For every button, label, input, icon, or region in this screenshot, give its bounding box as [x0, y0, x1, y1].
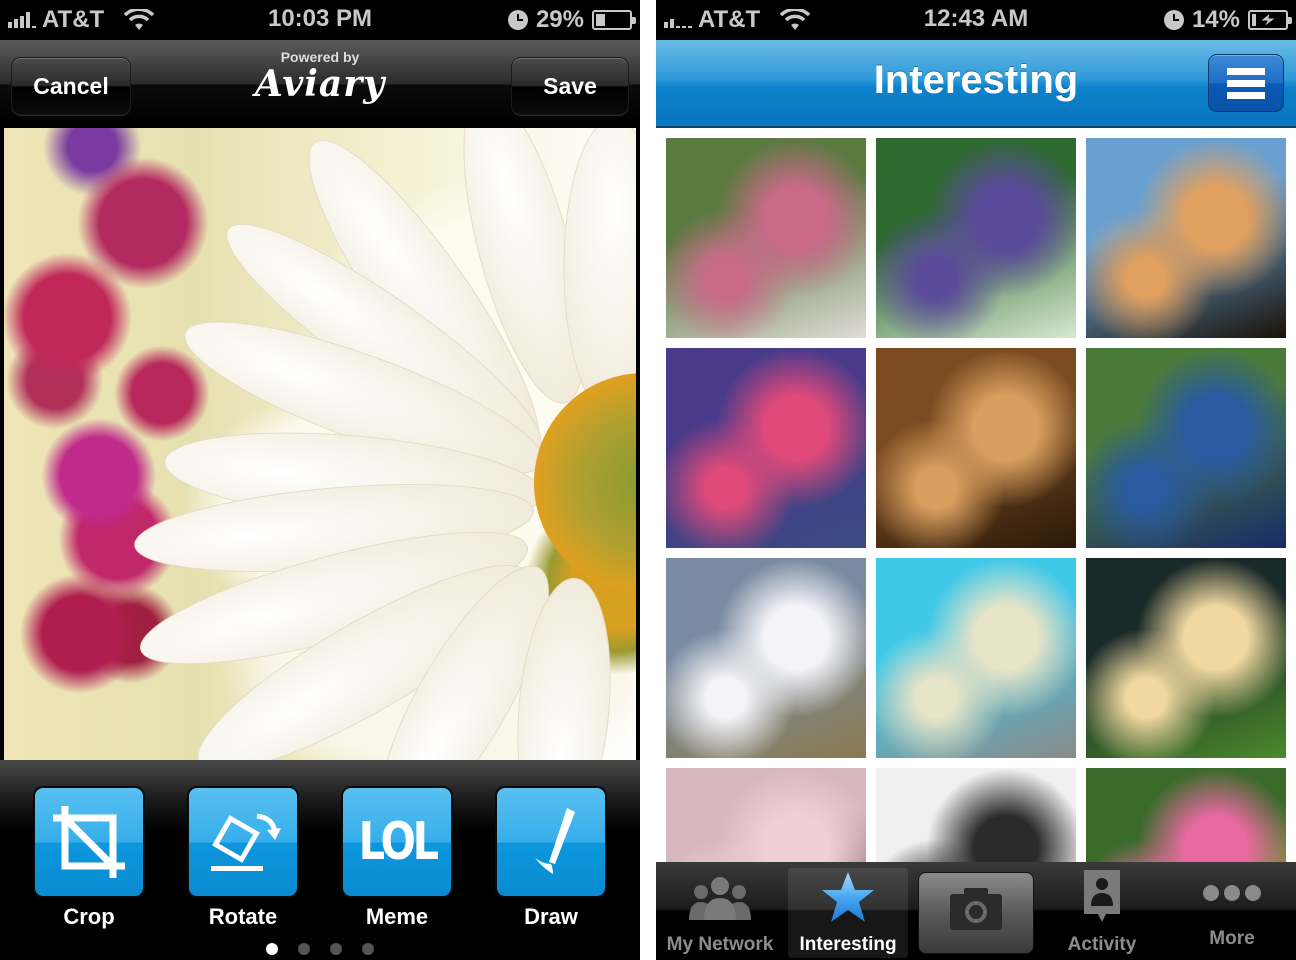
tab-bar: My Network Interesting Activity More [656, 862, 1296, 960]
photo-thumbnail-pasta-bowl[interactable] [876, 558, 1076, 758]
battery-charging-icon [1248, 10, 1292, 30]
page-dot[interactable] [266, 943, 278, 955]
page-dot[interactable] [298, 943, 310, 955]
activity-badge-icon [1084, 870, 1120, 922]
editor-nav-bar: Cancel Powered by Aviary Save [0, 40, 640, 128]
photo-thumbnail-purple-berries[interactable] [876, 138, 1076, 338]
photo-thumbnail-flowering-trees-path[interactable] [666, 138, 866, 338]
tool-palette: Crop Rotate LOL Meme Draw [0, 760, 640, 960]
people-icon [689, 877, 751, 920]
menu-button[interactable] [1208, 54, 1284, 112]
hamburger-line [1227, 79, 1265, 87]
photo-thumbnail-water-pump[interactable] [1086, 348, 1286, 548]
battery-percent: 14% [1191, 6, 1240, 33]
aviary-editor-screen: AT&T 10:03 PM 29% Cancel Powered by Avia… [0, 0, 640, 960]
feed-nav-bar: Interesting [656, 40, 1296, 128]
photo-thumbnail-sunset-lake[interactable] [1086, 138, 1286, 338]
tab-more[interactable]: More [1168, 868, 1296, 958]
interesting-feed-screen: AT&T 12:43 AM 14% Interesting My Network [656, 0, 1296, 960]
daisy-photo-art [134, 128, 636, 760]
battery-area: 14% [1163, 6, 1292, 34]
crop-label: Crop [63, 904, 115, 929]
tab-label: Interesting [799, 934, 897, 955]
rotate-icon [211, 813, 281, 871]
battery-percent: 29% [535, 6, 584, 33]
battery-icon [592, 10, 636, 30]
tab-camera[interactable] [918, 872, 1034, 954]
page-indicator[interactable] [0, 943, 640, 955]
camera-icon [950, 888, 1002, 930]
tab-label: Activity [1067, 934, 1137, 955]
crop-tool-button[interactable]: Crop [32, 786, 146, 930]
hamburger-menu-icon [1227, 67, 1265, 75]
meme-tool-button[interactable]: LOL Meme [340, 786, 454, 930]
rotate-tool-button[interactable]: Rotate [186, 786, 300, 930]
photo-thumbnail-pink-sky-beach[interactable] [666, 348, 866, 548]
photo-thumbnail-soft-serve-matcha[interactable] [1086, 558, 1286, 758]
tab-interesting[interactable]: Interesting [788, 868, 908, 958]
tab-label: My Network [666, 934, 774, 955]
tab-label: More [1209, 928, 1255, 949]
photo-thumbnail-cave-stalactites[interactable] [876, 348, 1076, 548]
draw-pen-icon [535, 808, 575, 874]
star-icon [822, 872, 874, 922]
draw-label: Draw [524, 904, 578, 929]
crop-icon [53, 806, 125, 878]
hamburger-line [1227, 91, 1265, 99]
page-dot[interactable] [330, 943, 342, 955]
page-title: Interesting [873, 58, 1079, 102]
meme-label: Meme [365, 904, 429, 929]
alarm-clock-icon [1163, 10, 1184, 30]
page-dot[interactable] [362, 943, 374, 955]
editing-photo[interactable] [4, 128, 636, 760]
status-bar: AT&T 10:03 PM 29% [0, 0, 640, 40]
tab-activity[interactable]: Activity [1038, 868, 1166, 958]
more-dots-icon [1203, 885, 1261, 901]
meme-lol-icon: LOL [358, 812, 438, 872]
rotate-label: Rotate [208, 904, 278, 929]
battery-area: 29% [507, 6, 636, 34]
alarm-clock-icon [507, 10, 528, 30]
tab-my-network[interactable]: My Network [656, 868, 784, 958]
draw-tool-button[interactable]: Draw [494, 786, 608, 930]
status-bar: AT&T 12:43 AM 14% [656, 0, 1296, 40]
save-button[interactable]: Save [511, 57, 629, 115]
photo-thumbnail-mount-fuji[interactable] [666, 558, 866, 758]
